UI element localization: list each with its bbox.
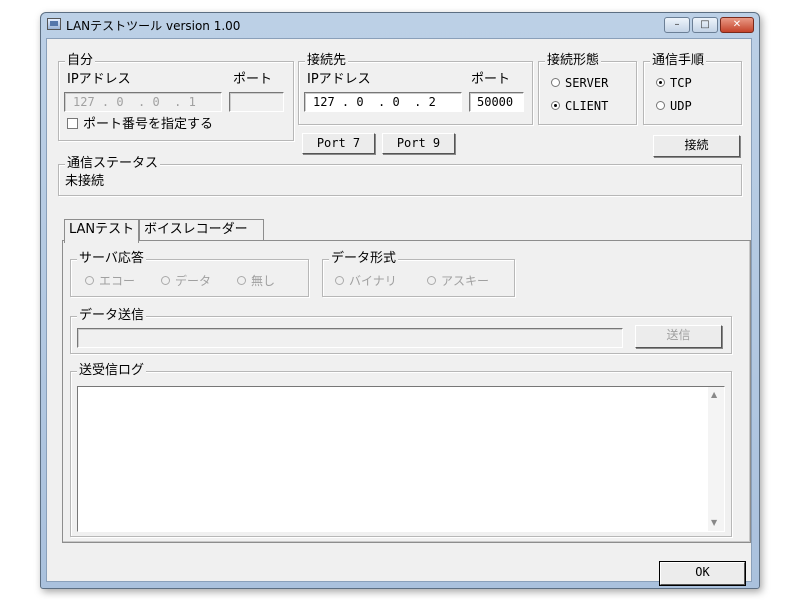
port9-button[interactable]: Port 9 bbox=[382, 133, 455, 154]
udp-radio-dot bbox=[656, 101, 665, 110]
server-response-group: サーバ応答 エコー データ 無し bbox=[70, 251, 309, 297]
dest-ip-input[interactable]: 127 . 0 . 0 . 2 bbox=[304, 92, 462, 112]
dest-group: 接続先 IPアドレス ポート 127 . 0 . 0 . 2 50000 bbox=[298, 53, 533, 125]
tcp-radio[interactable]: TCP bbox=[656, 76, 692, 90]
self-group-title: 自分 bbox=[65, 53, 96, 69]
server-radio[interactable]: SERVER bbox=[551, 76, 608, 90]
status-text: 未接続 bbox=[65, 174, 105, 189]
ascii-radio[interactable]: アスキー bbox=[427, 274, 489, 288]
client-radio-dot bbox=[551, 101, 560, 110]
minimize-button[interactable]: – bbox=[664, 17, 690, 33]
binary-radio-label: バイナリ bbox=[349, 274, 397, 288]
checkbox-box bbox=[67, 118, 78, 129]
log-textarea[interactable]: ▲ ▼ bbox=[77, 386, 725, 532]
tcp-radio-dot bbox=[656, 78, 665, 87]
maximize-button[interactable]: □ bbox=[692, 17, 718, 33]
client-area: 自分 IPアドレス ポート 127 . 0 . 0 . 1 ポート番号を指定する… bbox=[46, 38, 752, 586]
client-radio-label: CLIENT bbox=[565, 99, 609, 113]
send-button[interactable]: 送信 bbox=[635, 325, 722, 348]
tcp-radio-label: TCP bbox=[670, 76, 692, 90]
send-group-title: データ送信 bbox=[77, 308, 147, 324]
binary-radio-dot bbox=[335, 276, 344, 285]
data-radio-dot bbox=[161, 276, 170, 285]
echo-radio-dot bbox=[85, 276, 94, 285]
self-ip-label: IPアドレス bbox=[67, 72, 131, 87]
dest-ip-label: IPアドレス bbox=[307, 72, 371, 87]
udp-radio[interactable]: UDP bbox=[656, 99, 692, 113]
dest-port-label: ポート bbox=[471, 72, 511, 87]
data-format-group-title: データ形式 bbox=[329, 251, 399, 267]
log-group: 送受信ログ ▲ ▼ bbox=[70, 363, 732, 537]
app-icon bbox=[47, 18, 61, 30]
echo-radio-label: エコー bbox=[99, 274, 136, 288]
conn-type-group: 接続形態 SERVER CLIENT bbox=[538, 53, 637, 125]
specify-port-label: ポート番号を指定する bbox=[83, 117, 214, 132]
status-group-title: 通信ステータス bbox=[65, 156, 161, 172]
status-group: 通信ステータス 未接続 bbox=[58, 156, 742, 196]
title-bar[interactable]: LANテストツール version 1.00 – □ ✕ bbox=[41, 13, 759, 37]
ascii-radio-label: アスキー bbox=[441, 274, 490, 288]
send-group: データ送信 送信 bbox=[70, 308, 732, 354]
data-format-group: データ形式 バイナリ アスキー bbox=[322, 251, 515, 297]
none-radio-dot bbox=[237, 276, 246, 285]
tab-panel: サーバ応答 エコー データ 無し データ形式 バイナリ アスキー データ送信 送… bbox=[62, 240, 751, 543]
specify-port-checkbox[interactable]: ポート番号を指定する bbox=[67, 117, 213, 133]
udp-radio-label: UDP bbox=[670, 99, 692, 113]
minimize-icon: – bbox=[674, 19, 680, 30]
server-radio-label: SERVER bbox=[565, 76, 609, 90]
server-radio-dot bbox=[551, 78, 560, 87]
echo-radio[interactable]: エコー bbox=[85, 274, 135, 288]
log-scrollbar[interactable]: ▲ ▼ bbox=[708, 387, 724, 531]
connect-button[interactable]: 接続 bbox=[653, 135, 740, 157]
self-port-label: ポート bbox=[233, 72, 273, 87]
none-radio[interactable]: 無し bbox=[237, 274, 275, 288]
server-response-group-title: サーバ応答 bbox=[77, 251, 146, 267]
dest-group-title: 接続先 bbox=[305, 53, 349, 69]
maximize-icon: □ bbox=[700, 19, 710, 30]
client-radio[interactable]: CLIENT bbox=[551, 99, 608, 113]
main-window: LANテストツール version 1.00 – □ ✕ 自分 IPアドレス ポ… bbox=[40, 12, 760, 589]
scroll-down-icon[interactable]: ▼ bbox=[711, 518, 717, 528]
conn-type-group-title: 接続形態 bbox=[545, 53, 602, 69]
scroll-up-icon[interactable]: ▲ bbox=[711, 390, 717, 400]
protocol-group-title: 通信手順 bbox=[650, 53, 707, 69]
self-ip-input[interactable]: 127 . 0 . 0 . 1 bbox=[64, 92, 222, 112]
ok-button[interactable]: OK bbox=[659, 561, 746, 586]
tab-lan-test[interactable]: LANテスト bbox=[64, 219, 139, 243]
ascii-radio-dot bbox=[427, 276, 436, 285]
close-button[interactable]: ✕ bbox=[720, 17, 754, 33]
dest-port-input[interactable]: 50000 bbox=[469, 92, 524, 112]
log-group-title: 送受信ログ bbox=[77, 363, 147, 379]
port7-button[interactable]: Port 7 bbox=[302, 133, 375, 154]
window-title: LANテストツール version 1.00 bbox=[66, 19, 241, 33]
data-radio[interactable]: データ bbox=[161, 274, 211, 288]
self-group: 自分 IPアドレス ポート 127 . 0 . 0 . 1 ポート番号を指定する bbox=[58, 53, 294, 141]
binary-radio[interactable]: バイナリ bbox=[335, 274, 397, 288]
close-icon: ✕ bbox=[732, 19, 742, 30]
tab-voice-recorder[interactable]: ボイスレコーダー bbox=[139, 219, 264, 241]
protocol-group: 通信手順 TCP UDP bbox=[643, 53, 742, 125]
none-radio-label: 無し bbox=[251, 274, 276, 288]
data-radio-label: データ bbox=[175, 274, 212, 288]
send-data-input[interactable] bbox=[77, 328, 623, 348]
self-port-input[interactable] bbox=[229, 92, 284, 112]
